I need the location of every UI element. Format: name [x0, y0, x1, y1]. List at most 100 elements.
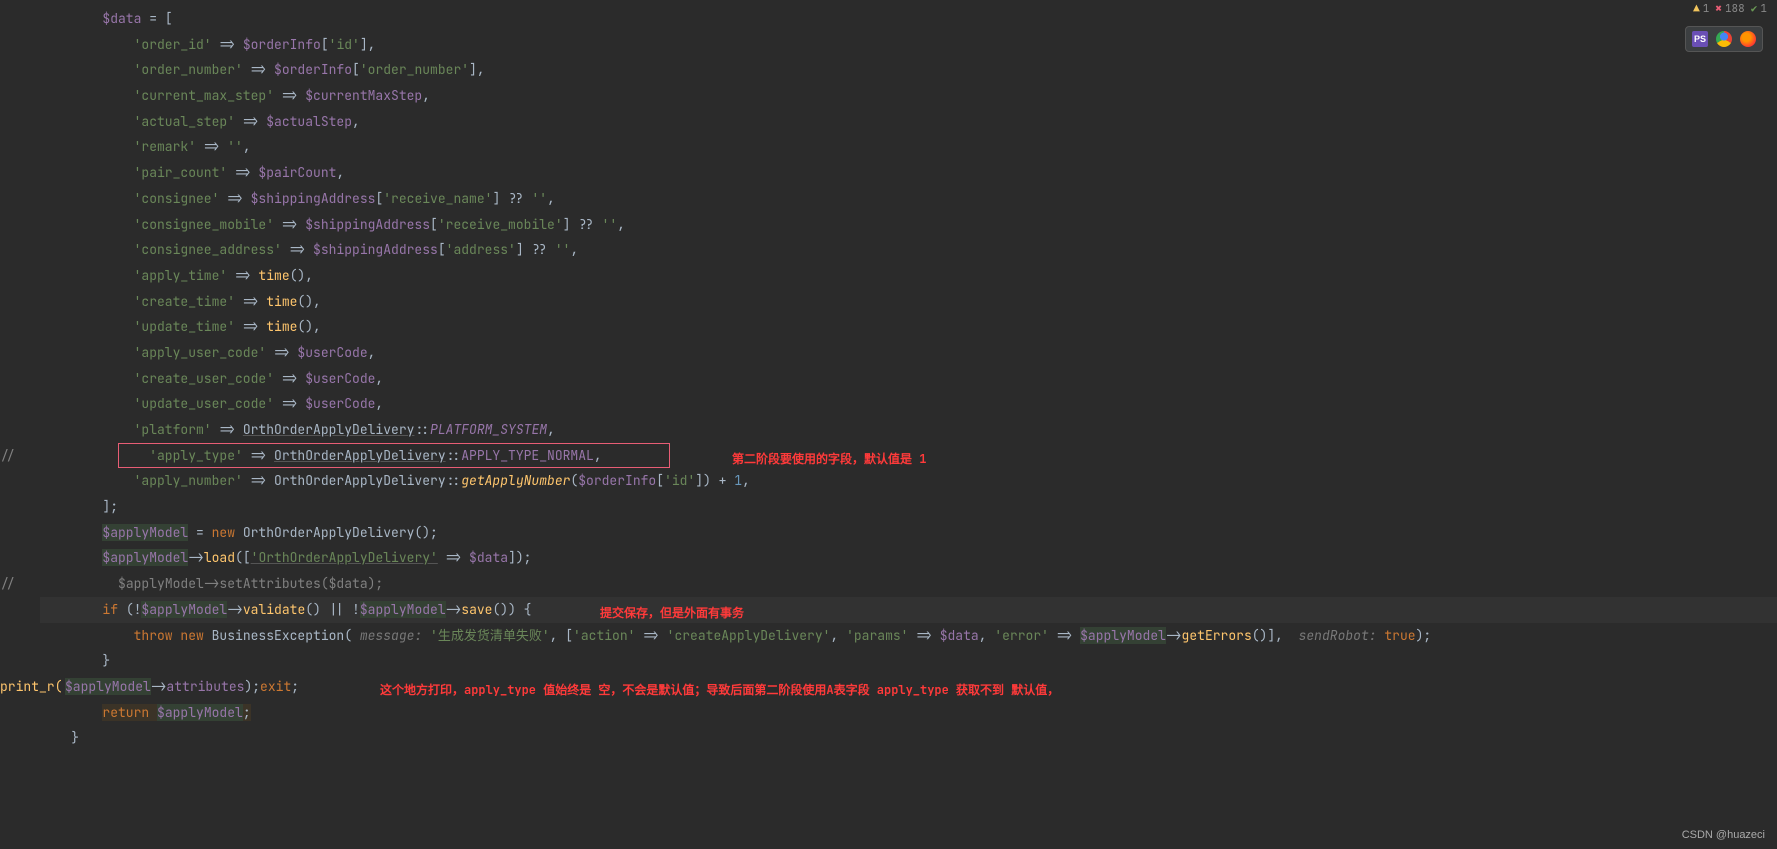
code-text: $orderInfo: [243, 36, 321, 53]
param-hint: sendRobot:: [1299, 627, 1385, 644]
code-text: attributes: [166, 678, 244, 695]
code-text: 'order_number': [134, 61, 243, 78]
code-text: 'create_user_code': [134, 370, 274, 387]
code-text: PLATFORM_SYSTEM: [430, 421, 547, 438]
code-text: 'apply_type': [149, 447, 243, 464]
code-text: ,: [979, 627, 995, 644]
code-text: ;: [243, 704, 251, 721]
code-text: [: [321, 36, 329, 53]
var-applymodel: $applyModel: [102, 549, 188, 566]
comment-marker: //: [0, 571, 16, 597]
var-applymodel: $applyModel: [65, 678, 151, 695]
code-text: 'update_time': [134, 318, 235, 335]
code-text: ->: [151, 678, 167, 695]
code-text: new: [212, 524, 243, 541]
code-text: }: [71, 729, 79, 746]
code-text: ],: [469, 61, 485, 78]
code-text: throw: [134, 627, 181, 644]
code-text: ,: [422, 87, 430, 104]
code-text: 'consignee_address': [134, 241, 282, 258]
code-text: ,: [742, 472, 750, 489]
code-text: $currentMaxStep: [305, 87, 422, 104]
code-text: true: [1384, 627, 1415, 644]
watermark: CSDN @huazeci: [1682, 829, 1765, 841]
code-text: =>: [266, 344, 297, 361]
code-editor[interactable]: $data = [ 'order_id' => $orderInfo['id']…: [0, 0, 1777, 751]
code-text: =>: [282, 241, 313, 258]
code-text: APPLY_TYPE_NORMAL: [461, 447, 594, 464]
code-text: 'apply_user_code': [134, 344, 267, 361]
code-text: =>: [243, 447, 274, 464]
code-text: ;: [291, 678, 299, 695]
code-text: ]);: [508, 549, 531, 566]
code-text: ,: [830, 627, 846, 644]
code-text: }: [102, 652, 110, 669]
code-text: $shippingAddress: [305, 216, 430, 233]
code-text: ::: [414, 421, 430, 438]
code-text: 'consignee': [134, 190, 220, 207]
code-text: ,: [594, 447, 602, 464]
var-applymodel: $applyModel: [1080, 627, 1166, 644]
param-hint: message:: [360, 627, 430, 644]
code-text: ,: [352, 113, 360, 130]
code-text: $shippingAddress: [251, 190, 376, 207]
code-text: 'current_max_step': [134, 87, 274, 104]
code-text: $data: [469, 549, 508, 566]
code-text: ,: [570, 241, 578, 258]
code-text: 'platform': [134, 421, 212, 438]
code-text: $actualStep: [266, 113, 352, 130]
code-text: =>: [227, 164, 258, 181]
code-text: [: [438, 241, 446, 258]
code-text: 'error': [994, 627, 1049, 644]
code-text: $shippingAddress: [313, 241, 438, 258]
code-text: $applyModel->setAttributes($data);: [118, 575, 383, 592]
code-text: '': [602, 216, 618, 233]
code-text: =>: [235, 113, 266, 130]
code-text: ,: [368, 344, 376, 361]
code-text: '': [555, 241, 571, 258]
var-applymodel: $applyModel: [360, 601, 446, 618]
code-text: 'id': [664, 472, 695, 489]
code-text: =>: [274, 370, 305, 387]
code-text: =>: [235, 293, 266, 310]
code-text: OrthOrderApplyDelivery: [243, 421, 415, 438]
code-text: OrthOrderApplyDelivery::: [274, 472, 461, 489]
comment-marker: //: [0, 443, 16, 469]
code-text: 'order_id': [134, 36, 212, 53]
code-text: 'remark': [134, 138, 196, 155]
code-text: [: [656, 472, 664, 489]
code-text: =>: [274, 395, 305, 412]
code-text: return: [102, 704, 157, 721]
code-text: '': [227, 138, 243, 155]
code-text: 'update_user_code': [134, 395, 274, 412]
code-text: time: [258, 267, 289, 284]
code-text: ,: [617, 216, 625, 233]
code-text: $orderInfo: [274, 61, 352, 78]
code-text: 'consignee_mobile': [134, 216, 274, 233]
code-text: ,: [375, 370, 383, 387]
code-text: [: [430, 216, 438, 233]
code-text: ([: [235, 549, 251, 566]
code-text: =>: [227, 267, 258, 284]
code-text: ::: [446, 447, 462, 464]
code-text: 'pair_count': [134, 164, 228, 181]
code-text: ] ??: [492, 190, 531, 207]
code-text: =: [188, 524, 211, 541]
var-applymodel: $applyModel: [102, 524, 188, 541]
code-text: save: [461, 601, 492, 618]
var-applymodel: $applyModel: [141, 601, 227, 618]
code-text: 'order_number': [360, 61, 469, 78]
code-text: ,: [547, 190, 555, 207]
code-text: exit: [260, 678, 291, 695]
code-text: ,: [547, 421, 555, 438]
code-text: '生成发货清单失败': [430, 627, 550, 644]
code-text: , [: [550, 627, 573, 644]
code-text: ],: [360, 36, 376, 53]
code-text: ->: [188, 549, 204, 566]
code-text: getApplyNumber: [461, 472, 570, 489]
code-text: =>: [274, 216, 305, 233]
code-text: ];: [102, 498, 118, 515]
code-text: $userCode: [305, 395, 375, 412]
code-text: ,: [375, 395, 383, 412]
code-text: $orderInfo: [578, 472, 656, 489]
